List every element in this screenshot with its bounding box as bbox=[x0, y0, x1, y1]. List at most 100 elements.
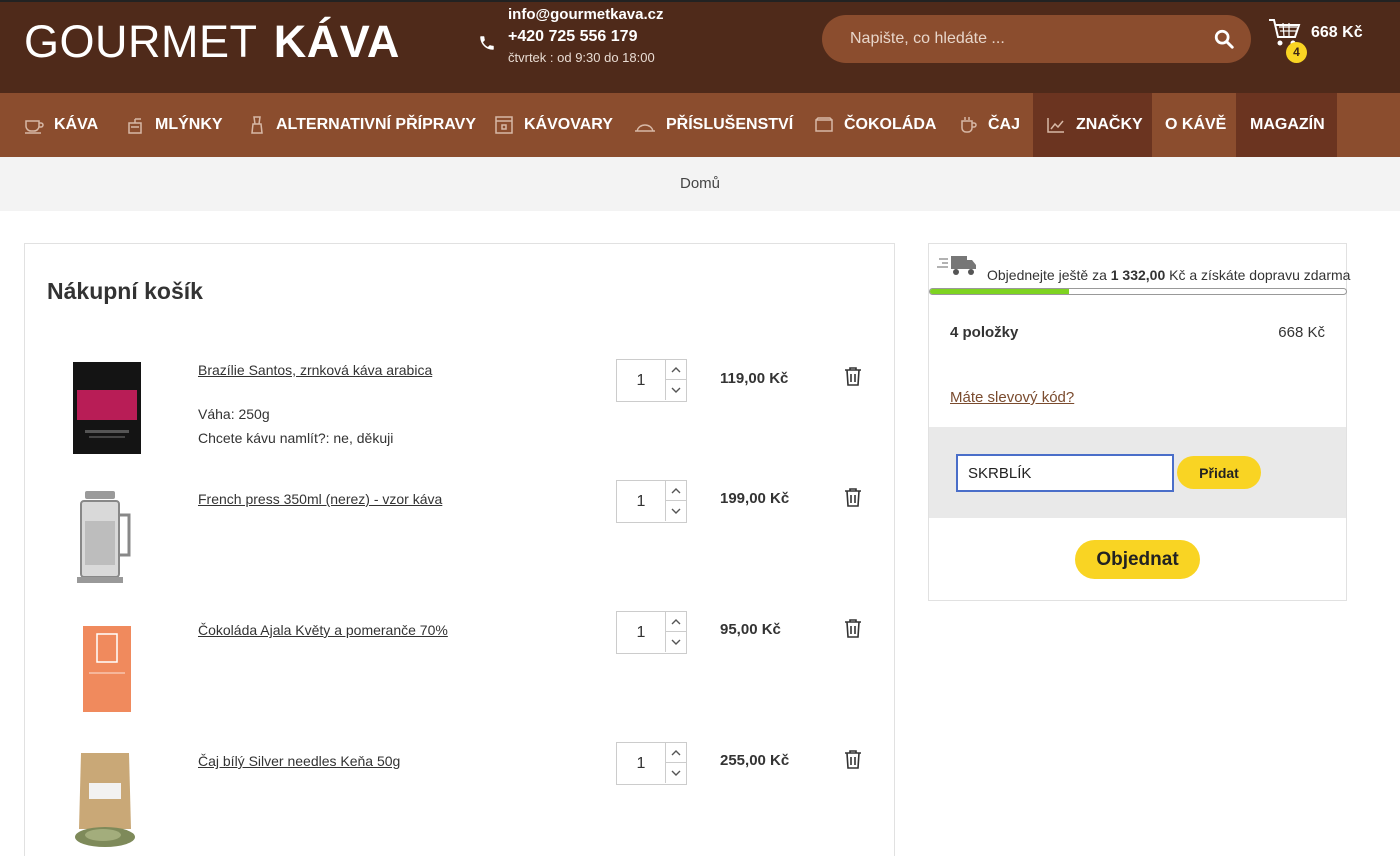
quantity-stepper bbox=[616, 480, 687, 523]
contact-email[interactable]: info@gourmetkava.cz bbox=[508, 6, 664, 23]
delivery-truck-icon bbox=[937, 256, 976, 275]
breadcrumb: Domů bbox=[0, 157, 1400, 211]
product-price: 199,00 Kč bbox=[720, 490, 790, 507]
quantity-decrease-button[interactable] bbox=[665, 380, 686, 400]
nav-label: ALTERNATIVNÍ PŘÍPRAVY bbox=[276, 116, 477, 133]
main-navigation: KÁVA MLÝNKY ALTERNATIVNÍ PŘÍPRAVY KÁVOVA… bbox=[0, 93, 1400, 157]
product-link[interactable]: French press 350ml (nerez) - vzor káva bbox=[198, 491, 442, 507]
nav-item-caj[interactable]: ČAJ bbox=[958, 93, 1020, 157]
add-coupon-button[interactable]: Přidat bbox=[1177, 456, 1261, 489]
cart-item: Brazílie Santos, zrnková káva arabica Vá… bbox=[25, 359, 894, 480]
cart-item: Čaj bílý Silver needles Keňa 50g 255,00 … bbox=[25, 742, 894, 856]
grinder-icon bbox=[128, 118, 142, 134]
coffee-cup-icon bbox=[25, 120, 44, 134]
summary-items-row: 4 položky 668 Kč bbox=[950, 324, 1325, 341]
quantity-input[interactable] bbox=[617, 743, 665, 784]
nav-item-cokolada[interactable]: ČOKOLÁDA bbox=[814, 93, 936, 157]
search-input[interactable] bbox=[822, 15, 1192, 63]
chevron-up-icon bbox=[671, 366, 681, 372]
quantity-decrease-button[interactable] bbox=[665, 501, 686, 521]
summary-items-count: 4 položky bbox=[950, 324, 1019, 341]
summary-items-total: 668 Kč bbox=[1278, 324, 1325, 341]
product-grind-option: Chcete kávu namlít?: ne, děkuji bbox=[198, 430, 394, 446]
nav-label: ČAJ bbox=[988, 116, 1021, 133]
order-button[interactable]: Objednat bbox=[1075, 540, 1200, 579]
coupon-form: Přidat bbox=[929, 427, 1346, 518]
contact-phone[interactable]: +420 725 556 179 bbox=[508, 28, 637, 46]
cart-item: French press 350ml (nerez) - vzor káva 1… bbox=[25, 480, 894, 611]
product-price: 255,00 Kč bbox=[720, 752, 790, 769]
nav-label: KÁVA bbox=[54, 116, 99, 133]
logo-bold-text: KÁVA bbox=[273, 16, 400, 67]
logo-regular-text: GOURMET bbox=[24, 16, 257, 67]
nav-item-mlynky[interactable]: MLÝNKY bbox=[125, 93, 223, 157]
free-shipping-text: Objednejte ještě za 1 332,00 Kč a získát… bbox=[987, 267, 1350, 283]
chevron-down-icon bbox=[671, 770, 681, 776]
chocolate-icon bbox=[815, 117, 833, 132]
product-image[interactable] bbox=[55, 622, 155, 722]
discount-code-link[interactable]: Máte slevový kód? bbox=[950, 389, 1074, 406]
moka-pot-icon bbox=[251, 116, 263, 134]
shipping-remaining-amount: 1 332,00 bbox=[1110, 267, 1166, 283]
nav-item-kavovary[interactable]: KÁVOVARY bbox=[494, 93, 613, 157]
chevron-down-icon bbox=[671, 639, 681, 645]
trash-icon[interactable] bbox=[844, 487, 862, 507]
search-bar bbox=[822, 15, 1251, 63]
chevron-up-icon bbox=[671, 618, 681, 624]
coupon-input[interactable] bbox=[956, 454, 1174, 492]
nav-label: ZNAČKY bbox=[1076, 116, 1143, 133]
header-cart[interactable]: 4 668 Kč bbox=[1268, 16, 1378, 66]
quantity-increase-button[interactable] bbox=[665, 481, 686, 501]
trash-icon[interactable] bbox=[844, 366, 862, 386]
cart-count-badge: 4 bbox=[1286, 42, 1307, 63]
nav-label: PŘÍSLUŠENSTVÍ bbox=[666, 116, 794, 133]
top-header: GOURMET KÁVA info@gourmetkava.cz +420 72… bbox=[0, 0, 1400, 93]
nav-label: MAGAZÍN bbox=[1250, 116, 1325, 133]
nav-item-prislusenstvi[interactable]: PŘÍSLUŠENSTVÍ bbox=[634, 93, 793, 157]
trash-icon[interactable] bbox=[844, 749, 862, 769]
quantity-stepper bbox=[616, 611, 687, 654]
nav-label: KÁVOVARY bbox=[524, 116, 613, 133]
chevron-down-icon bbox=[671, 508, 681, 514]
accessory-icon bbox=[635, 124, 655, 132]
product-price: 95,00 Kč bbox=[720, 621, 781, 638]
quantity-decrease-button[interactable] bbox=[665, 763, 686, 783]
quantity-input[interactable] bbox=[617, 481, 665, 522]
page-title: Nákupní košík bbox=[47, 278, 203, 304]
nav-item-znacky[interactable]: ZNAČKY bbox=[1033, 93, 1152, 157]
brands-icon bbox=[1047, 118, 1064, 133]
order-summary: Objednejte ještě za 1 332,00 Kč a získát… bbox=[928, 243, 1350, 601]
quantity-increase-button[interactable] bbox=[665, 360, 686, 380]
quantity-increase-button[interactable] bbox=[665, 612, 686, 632]
nav-item-alternativni-pripravy[interactable]: ALTERNATIVNÍ PŘÍPRAVY bbox=[248, 93, 476, 157]
shipping-prefix: Objednejte ještě za bbox=[987, 267, 1111, 283]
quantity-stepper bbox=[616, 359, 687, 402]
nav-label: O KÁVĚ bbox=[1165, 116, 1227, 133]
nav-item-kava[interactable]: KÁVA bbox=[24, 93, 98, 157]
quantity-stepper bbox=[616, 742, 687, 785]
quantity-input[interactable] bbox=[617, 360, 665, 401]
free-shipping-progress bbox=[929, 288, 1347, 295]
product-image[interactable] bbox=[55, 491, 155, 591]
nav-item-o-kave[interactable]: O KÁVĚ bbox=[1165, 93, 1226, 157]
product-image[interactable] bbox=[55, 753, 155, 853]
search-icon[interactable] bbox=[1213, 28, 1235, 50]
nav-label: MLÝNKY bbox=[155, 116, 223, 133]
cart-total: 668 Kč bbox=[1311, 24, 1363, 41]
product-link[interactable]: Brazílie Santos, zrnková káva arabica bbox=[198, 362, 432, 378]
shipping-suffix: Kč a získáte dopravu zdarma bbox=[1165, 267, 1351, 283]
breadcrumb-home[interactable]: Domů bbox=[680, 175, 720, 192]
chevron-down-icon bbox=[671, 387, 681, 393]
logo[interactable]: GOURMET KÁVA bbox=[24, 16, 400, 68]
quantity-decrease-button[interactable] bbox=[665, 632, 686, 652]
product-image[interactable] bbox=[55, 360, 155, 460]
quantity-input[interactable] bbox=[617, 612, 665, 653]
espresso-machine-icon bbox=[495, 116, 513, 134]
chevron-up-icon bbox=[671, 487, 681, 493]
product-link[interactable]: Čaj bílý Silver needles Keňa 50g bbox=[198, 753, 400, 769]
cart-panel: Nákupní košík Brazílie Santos, zrnková k… bbox=[24, 243, 895, 856]
trash-icon[interactable] bbox=[844, 618, 862, 638]
quantity-increase-button[interactable] bbox=[665, 743, 686, 763]
nav-item-magazin[interactable]: MAGAZÍN bbox=[1236, 93, 1337, 157]
product-link[interactable]: Čokoláda Ajala Květy a pomeranče 70% bbox=[198, 622, 448, 638]
